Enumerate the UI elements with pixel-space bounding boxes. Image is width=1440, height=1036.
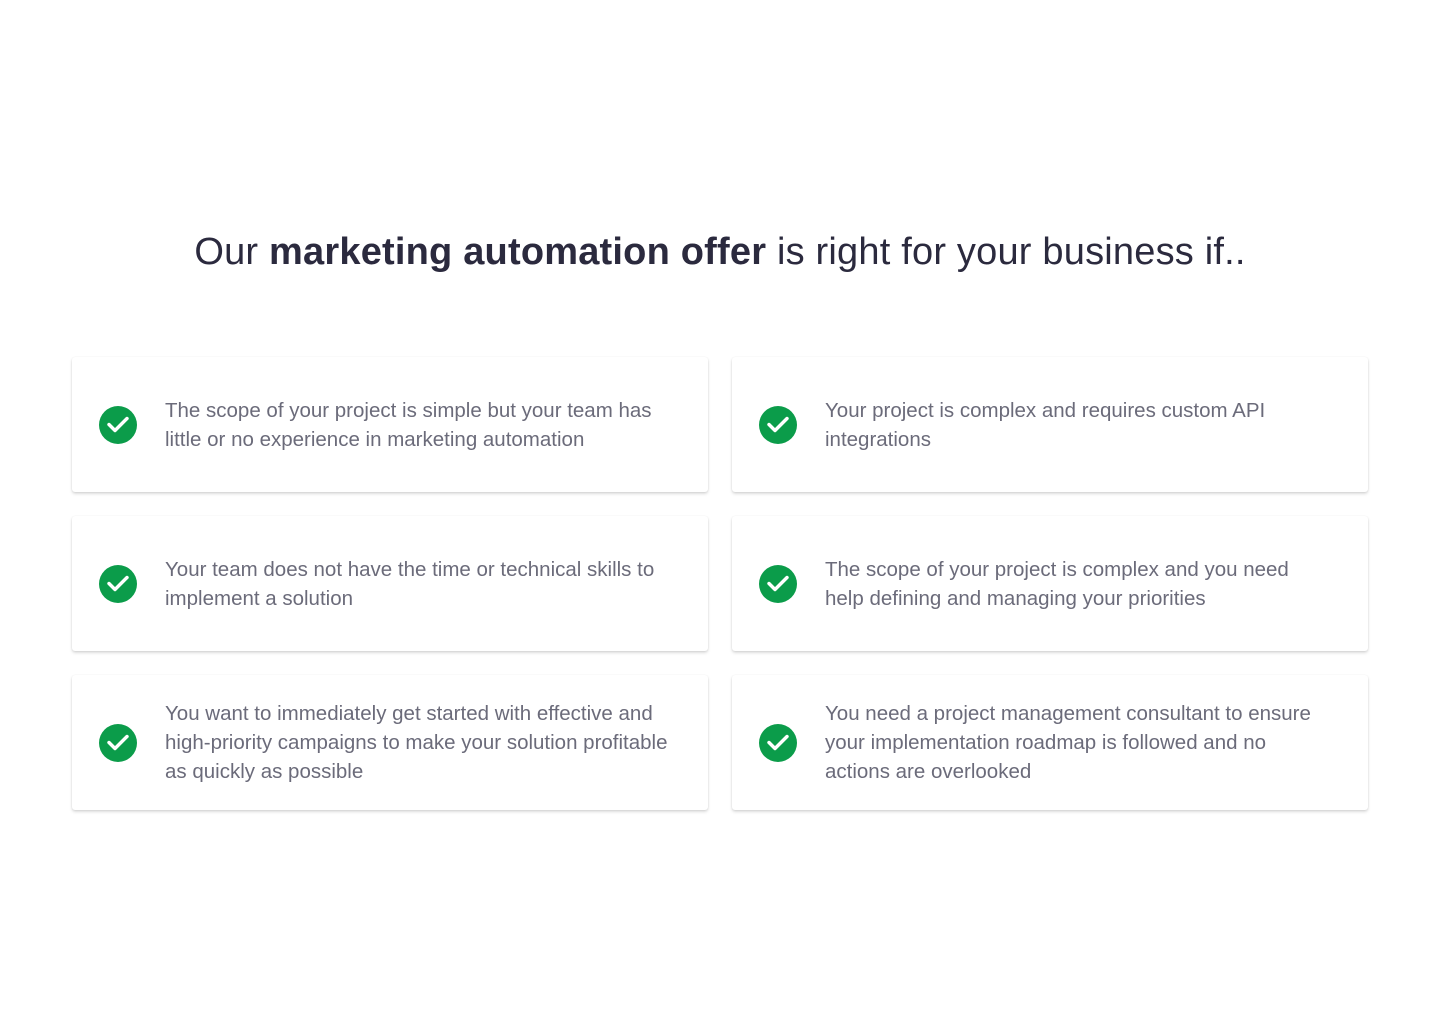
check-circle-icon xyxy=(99,564,137,603)
check-circle-icon xyxy=(99,405,137,444)
headline-prefix: Our xyxy=(194,231,270,273)
criteria-text: The scope of your project is complex and… xyxy=(825,557,1289,610)
criteria-card: You want to immediately get started with… xyxy=(72,675,708,810)
criteria-card: The scope of your project is simple but … xyxy=(72,357,708,492)
check-circle-icon xyxy=(759,405,797,444)
page: Our marketing automation offer is right … xyxy=(0,0,1440,1036)
check-circle-icon xyxy=(759,564,797,603)
criteria-text: The scope of your project is simple but … xyxy=(165,398,652,451)
criteria-card: Your project is complex and requires cus… xyxy=(732,357,1368,492)
check-circle-icon xyxy=(99,723,137,762)
check-circle-icon xyxy=(759,723,797,762)
criteria-card: The scope of your project is complex and… xyxy=(732,516,1368,651)
headline-suffix: is right for your business if.. xyxy=(766,231,1246,273)
criteria-text: You need a project management consultant… xyxy=(825,702,1311,783)
criteria-card: Your team does not have the time or tech… xyxy=(72,516,708,651)
page-title: Our marketing automation offer is right … xyxy=(0,226,1440,278)
criteria-text: You want to immediately get started with… xyxy=(165,702,668,783)
criteria-text: Your project is complex and requires cus… xyxy=(825,398,1266,451)
criteria-grid: The scope of your project is simple but … xyxy=(72,357,1368,810)
criteria-text: Your team does not have the time or tech… xyxy=(165,557,655,610)
headline-emphasis: marketing automation offer xyxy=(269,231,767,273)
criteria-card: You need a project management consultant… xyxy=(732,675,1368,810)
